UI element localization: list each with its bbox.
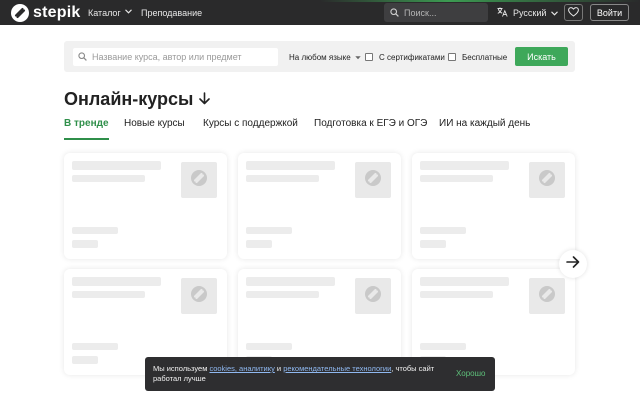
skeleton-line	[420, 161, 509, 170]
cookie-text: Мы используем cookies, аналитику и реком…	[153, 364, 438, 384]
course-search-field[interactable]	[73, 48, 278, 66]
heart-icon	[568, 4, 579, 22]
search-button[interactable]: Искать	[515, 47, 568, 66]
language-selector[interactable]: Русский	[497, 0, 559, 25]
course-search-panel: На любом языке С сертификатами Бесплатны…	[64, 41, 575, 72]
stepik-logo-icon	[364, 169, 382, 192]
language-filter-label: На любом языке	[289, 52, 351, 62]
course-thumbnail-placeholder	[181, 162, 217, 198]
skeleton-line	[72, 356, 98, 364]
skeleton-line	[72, 343, 118, 350]
login-button[interactable]: Войти	[590, 4, 629, 21]
course-card-placeholder[interactable]	[238, 153, 401, 259]
course-thumbnail-placeholder	[355, 162, 391, 198]
certificates-label: С сертификатами	[379, 52, 445, 62]
cookies-analytics-link[interactable]: cookies, аналитику	[209, 364, 274, 373]
skeleton-line	[72, 277, 161, 286]
skeleton-line	[246, 161, 335, 170]
page-title-text: Онлайн-курсы	[64, 89, 194, 109]
tab-new-courses[interactable]: Новые курсы	[124, 118, 185, 140]
skeleton-line	[72, 161, 161, 170]
language-label: Русский	[513, 7, 547, 18]
skeleton-line	[420, 227, 466, 234]
search-icon	[78, 48, 87, 66]
skeleton-line	[72, 291, 145, 298]
tab-exam-prep[interactable]: Подготовка к ЕГЭ и ОГЭ	[314, 118, 427, 140]
stepik-logo-icon	[364, 285, 382, 308]
stepik-logo-icon	[538, 285, 556, 308]
skeleton-line	[246, 343, 292, 350]
cookie-banner: Мы используем cookies, аналитику и реком…	[145, 357, 495, 391]
skeleton-line	[72, 240, 98, 248]
certificates-checkbox[interactable]: С сертификатами	[365, 48, 445, 66]
wishlist-button[interactable]	[564, 4, 583, 21]
stepik-logo-icon	[190, 169, 208, 192]
skeleton-line	[246, 175, 319, 182]
nav-catalog-label: Каталог	[88, 7, 121, 18]
course-thumbnail-placeholder	[529, 278, 565, 314]
skeleton-line	[420, 175, 493, 182]
course-card-placeholder[interactable]	[64, 153, 227, 259]
header-search[interactable]	[384, 3, 488, 22]
chevron-down-icon	[354, 53, 361, 62]
chevron-down-icon	[124, 9, 132, 16]
tab-ai-everyday[interactable]: ИИ на каждый день	[439, 118, 530, 140]
logo-text: stepik	[33, 3, 81, 21]
checkbox-box[interactable]	[448, 53, 456, 61]
course-search-input[interactable]	[92, 52, 272, 62]
course-thumbnail-placeholder	[355, 278, 391, 314]
free-label: Бесплатные	[462, 52, 508, 62]
header-search-input[interactable]	[404, 7, 484, 18]
nav-catalog[interactable]: Каталог	[88, 0, 132, 25]
skeleton-line	[420, 291, 493, 298]
language-filter-dropdown[interactable]: На любом языке	[289, 48, 361, 66]
recommendation-tech-link[interactable]: рекомендательные технологии	[283, 364, 391, 373]
skeleton-line	[246, 227, 292, 234]
nav-teaching[interactable]: Преподавание	[141, 0, 202, 25]
skeleton-line	[72, 227, 118, 234]
stepik-logo-icon	[190, 285, 208, 308]
skeleton-line	[72, 175, 145, 182]
course-card-placeholder[interactable]	[412, 153, 575, 259]
skeleton-line	[246, 291, 319, 298]
skeleton-line	[420, 343, 466, 350]
arrow-down-icon[interactable]	[199, 89, 211, 110]
course-thumbnail-placeholder	[181, 278, 217, 314]
chevron-down-icon	[551, 8, 559, 18]
top-navbar: stepik Каталог Преподавание Русский Войт…	[0, 0, 640, 25]
arrow-right-icon	[566, 255, 580, 273]
cookie-text-part: и	[274, 364, 284, 373]
skeleton-line	[420, 277, 509, 286]
skeleton-line	[420, 240, 446, 248]
course-thumbnail-placeholder	[529, 162, 565, 198]
cookie-accept-button[interactable]: Хорошо	[456, 369, 485, 378]
tab-supported-courses[interactable]: Курсы с поддержкой	[203, 118, 298, 140]
tab-trending[interactable]: В тренде	[64, 118, 109, 140]
page-title: Онлайн-курсы	[64, 89, 211, 110]
cookie-text-part: Мы используем	[153, 364, 210, 373]
free-checkbox[interactable]: Бесплатные	[448, 48, 507, 66]
skeleton-line	[246, 277, 335, 286]
skeleton-line	[246, 240, 272, 248]
next-slide-button[interactable]	[559, 250, 587, 278]
search-icon	[390, 4, 399, 22]
translate-icon	[497, 7, 508, 19]
checkbox-box[interactable]	[365, 53, 373, 61]
stepik-logo[interactable]: stepik	[11, 3, 80, 22]
stepik-logo-icon	[538, 169, 556, 192]
stepik-logo-icon	[11, 3, 29, 22]
